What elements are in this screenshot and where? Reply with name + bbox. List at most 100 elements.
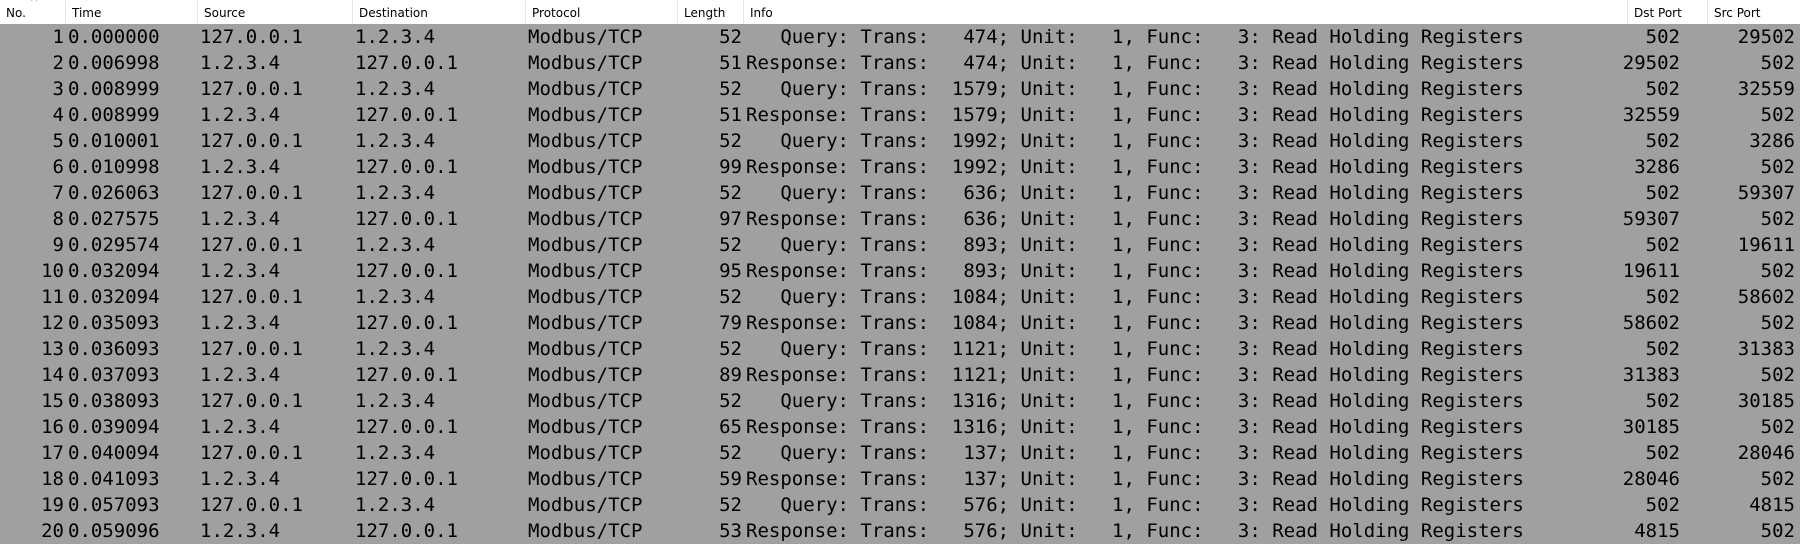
packet-src-port: 31383: [1737, 338, 1795, 360]
packet-row[interactable]: 12 0.035093 1.2.3.4 127.0.0.1 Modbus/TCP 79 Re…: [0, 310, 1800, 336]
column-header-time[interactable]: Time: [66, 0, 198, 24]
packet-row[interactable]: 2 0.006998 1.2.3.4 127.0.0.1 Modbus/TCP 51 Res…: [0, 50, 1800, 76]
packet-destination: 1.2.3.4: [355, 234, 436, 256]
column-label-src-port: Src Port: [1714, 6, 1761, 20]
packet-row[interactable]: 8 0.027575 1.2.3.4 127.0.0.1 Modbus/TCP 97 Res…: [0, 206, 1800, 232]
packet-protocol: Modbus/TCP: [528, 364, 643, 386]
packet-number: 14: [41, 364, 64, 386]
packet-row[interactable]: 11 0.032094 127.0.0.1 1.2.3.4 Modbus/TCP 52 Q…: [0, 284, 1800, 310]
column-label-no: No.: [6, 6, 26, 20]
packet-src-port: 502: [1760, 260, 1795, 282]
packet-src-port: 29502: [1737, 26, 1795, 48]
packet-protocol: Modbus/TCP: [528, 416, 643, 438]
packet-dst-port: 29502: [1622, 52, 1680, 74]
packet-src-port: 502: [1760, 312, 1795, 334]
packet-dst-port: 502: [1645, 130, 1680, 152]
packet-src-port: 502: [1760, 104, 1795, 126]
packet-row[interactable]: 13 0.036093 127.0.0.1 1.2.3.4 Modbus/TCP 52 Q…: [0, 336, 1800, 362]
packet-info: Query: Trans: 1121; Unit: 1, Func: 3: Re…: [746, 338, 1524, 360]
packet-row[interactable]: 17 0.040094 127.0.0.1 1.2.3.4 Modbus/TCP 52 Q…: [0, 440, 1800, 466]
packet-protocol: Modbus/TCP: [528, 312, 643, 334]
packet-src-port: 30185: [1737, 390, 1795, 412]
packet-row[interactable]: 9 0.029574 127.0.0.1 1.2.3.4 Modbus/TCP 52 Qu…: [0, 232, 1800, 258]
packet-time: 0.041093: [68, 468, 160, 490]
packet-info: Query: Trans: 636; Unit: 1, Func: 3: Rea…: [746, 182, 1524, 204]
column-label-source: Source: [204, 6, 246, 20]
packet-number: 17: [41, 442, 64, 464]
packet-info: Query: Trans: 1579; Unit: 1, Func: 3: Re…: [746, 78, 1524, 100]
column-header-length[interactable]: Length: [678, 0, 744, 24]
packet-dst-port: 502: [1645, 182, 1680, 204]
packet-dst-port: 59307: [1622, 208, 1680, 230]
packet-dst-port: 31383: [1622, 364, 1680, 386]
packet-time: 0.027575: [68, 208, 160, 230]
packet-src-port: 19611: [1737, 234, 1795, 256]
packet-length: 89: [719, 364, 742, 386]
column-header-no[interactable]: No. ^: [0, 0, 66, 24]
packet-destination: 127.0.0.1: [355, 208, 458, 230]
packet-dst-port: 58602: [1622, 312, 1680, 334]
packet-time: 0.038093: [68, 390, 160, 412]
packet-destination: 1.2.3.4: [355, 494, 436, 516]
packet-info: Response: Trans: 1084; Unit: 1, Func: 3:…: [746, 312, 1524, 334]
packet-destination: 127.0.0.1: [355, 416, 458, 438]
packet-row[interactable]: 15 0.038093 127.0.0.1 1.2.3.4 Modbus/TCP 52 Q…: [0, 388, 1800, 414]
packet-source: 127.0.0.1: [200, 338, 303, 360]
packet-protocol: Modbus/TCP: [528, 494, 643, 516]
column-header-info[interactable]: Info: [744, 0, 1628, 24]
packet-length: 52: [719, 390, 742, 412]
packet-number: 9: [52, 234, 64, 256]
packet-time: 0.035093: [68, 312, 160, 334]
packet-row[interactable]: 20 0.059096 1.2.3.4 127.0.0.1 Modbus/TCP 53 Re…: [0, 518, 1800, 544]
packet-info: Query: Trans: 893; Unit: 1, Func: 3: Rea…: [746, 234, 1524, 256]
packet-src-port: 502: [1760, 52, 1795, 74]
packet-row[interactable]: 1 0.000000 127.0.0.1 1.2.3.4 Modbus/TCP 52 Qu…: [0, 24, 1800, 50]
packet-row[interactable]: 6 0.010998 1.2.3.4 127.0.0.1 Modbus/TCP 99 Res…: [0, 154, 1800, 180]
packet-row[interactable]: 14 0.037093 1.2.3.4 127.0.0.1 Modbus/TCP 89 Re…: [0, 362, 1800, 388]
packet-dst-port: 4815: [1634, 520, 1680, 542]
packet-info: Query: Trans: 1992; Unit: 1, Func: 3: Re…: [746, 130, 1524, 152]
packet-dst-port: 502: [1645, 234, 1680, 256]
packet-protocol: Modbus/TCP: [528, 52, 643, 74]
column-label-destination: Destination: [359, 6, 428, 20]
packet-number: 7: [52, 182, 64, 204]
packet-destination: 1.2.3.4: [355, 182, 436, 204]
packet-protocol: Modbus/TCP: [528, 520, 643, 542]
packet-rows: 1 0.000000 127.0.0.1 1.2.3.4 Modbus/TCP 52 Qu…: [0, 24, 1800, 544]
packet-row[interactable]: 7 0.026063 127.0.0.1 1.2.3.4 Modbus/TCP 52 Qu…: [0, 180, 1800, 206]
packet-info: Response: Trans: 1579; Unit: 1, Func: 3:…: [746, 104, 1524, 126]
packet-destination: 127.0.0.1: [355, 468, 458, 490]
packet-time: 0.010998: [68, 156, 160, 178]
packet-row[interactable]: 19 0.057093 127.0.0.1 1.2.3.4 Modbus/TCP 52 Q…: [0, 492, 1800, 518]
packet-list-header: No. ^ Time Source Destination Protocol L…: [0, 0, 1800, 25]
packet-dst-port: 32559: [1622, 104, 1680, 126]
packet-row[interactable]: 5 0.010001 127.0.0.1 1.2.3.4 Modbus/TCP 52 Qu…: [0, 128, 1800, 154]
packet-row[interactable]: 4 0.008999 1.2.3.4 127.0.0.1 Modbus/TCP 51 Res…: [0, 102, 1800, 128]
packet-protocol: Modbus/TCP: [528, 130, 643, 152]
packet-number: 5: [52, 130, 64, 152]
packet-row[interactable]: 18 0.041093 1.2.3.4 127.0.0.1 Modbus/TCP 59 Re…: [0, 466, 1800, 492]
packet-row[interactable]: 3 0.008999 127.0.0.1 1.2.3.4 Modbus/TCP 52 Qu…: [0, 76, 1800, 102]
packet-destination: 127.0.0.1: [355, 104, 458, 126]
column-header-src-port[interactable]: Src Port: [1708, 0, 1800, 24]
packet-source: 1.2.3.4: [200, 364, 281, 386]
packet-source: 127.0.0.1: [200, 78, 303, 100]
packet-info: Query: Trans: 474; Unit: 1, Func: 3: Rea…: [746, 26, 1524, 48]
packet-src-port: 502: [1760, 156, 1795, 178]
packet-source: 1.2.3.4: [200, 468, 281, 490]
column-header-destination[interactable]: Destination: [353, 0, 526, 24]
packet-number: 20: [41, 520, 64, 542]
packet-time: 0.006998: [68, 52, 160, 74]
packet-src-port: 3286: [1749, 130, 1795, 152]
column-header-protocol[interactable]: Protocol: [526, 0, 678, 24]
packet-destination: 1.2.3.4: [355, 78, 436, 100]
packet-dst-port: 502: [1645, 442, 1680, 464]
packet-row[interactable]: 16 0.039094 1.2.3.4 127.0.0.1 Modbus/TCP 65 Re…: [0, 414, 1800, 440]
column-header-dst-port[interactable]: Dst Port: [1628, 0, 1708, 24]
packet-dst-port: 30185: [1622, 416, 1680, 438]
packet-row[interactable]: 10 0.032094 1.2.3.4 127.0.0.1 Modbus/TCP 95 Re…: [0, 258, 1800, 284]
column-header-source[interactable]: Source: [198, 0, 353, 24]
packet-destination: 127.0.0.1: [355, 364, 458, 386]
packet-source: 1.2.3.4: [200, 260, 281, 282]
column-label-info: Info: [750, 6, 773, 20]
